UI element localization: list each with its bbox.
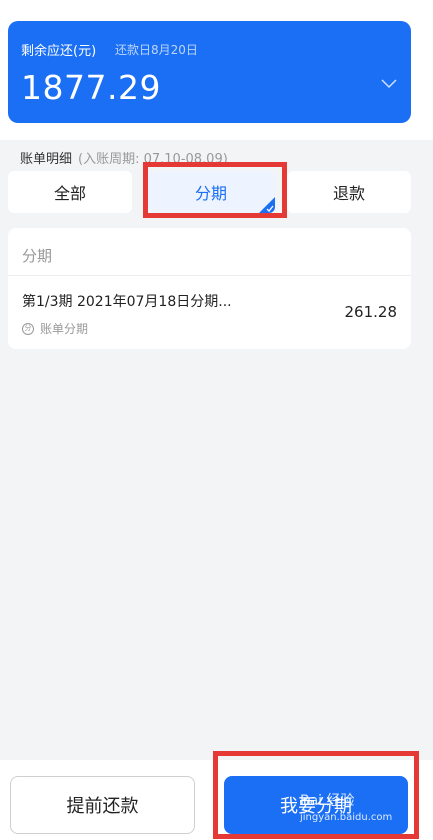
- prepay-button[interactable]: 提前还款: [10, 776, 195, 834]
- due-date: 还款日8月20日: [115, 43, 198, 57]
- item-title: 第1/3期 2021年07月18日分期...: [22, 294, 232, 310]
- balance-amount: 1877.29: [21, 68, 161, 107]
- chevron-down-icon[interactable]: [381, 79, 397, 89]
- installment-button-label: 我要分期: [280, 796, 352, 817]
- tab-all-label: 全部: [53, 184, 86, 203]
- tab-refund-label: 退款: [332, 184, 365, 203]
- installment-button[interactable]: 我要分期: [224, 776, 408, 834]
- balance-title: 剩余应还(元): [21, 44, 97, 59]
- item-subtitle: 分账单分期: [22, 320, 88, 337]
- bill-detail-title: 账单明细: [20, 152, 73, 167]
- prepay-button-label: 提前还款: [66, 796, 139, 817]
- filter-tabs: 全部 分期 退款: [8, 171, 411, 213]
- tab-refund[interactable]: 退款: [287, 171, 411, 213]
- installment-list: 分期 第1/3期 2021年07月18日分期... 分账单分期 261.28: [8, 228, 411, 349]
- item-amount: 261.28: [344, 303, 398, 321]
- divider: [8, 275, 411, 276]
- item-subtitle-text: 账单分期: [40, 322, 89, 336]
- installment-icon: 分: [22, 322, 34, 335]
- tab-installment[interactable]: 分期: [147, 171, 275, 213]
- tab-all[interactable]: 全部: [8, 171, 132, 213]
- bill-detail-label: 账单明细 (入账周期: 07.10-08.09): [20, 148, 228, 167]
- selected-check-icon: [259, 197, 275, 213]
- list-header: 分期: [22, 247, 53, 265]
- tab-installment-label: 分期: [194, 184, 227, 203]
- balance-card[interactable]: 剩余应还(元) 还款日8月20日 1877.29: [8, 21, 411, 123]
- billing-period: (入账周期: 07.10-08.09): [78, 152, 228, 167]
